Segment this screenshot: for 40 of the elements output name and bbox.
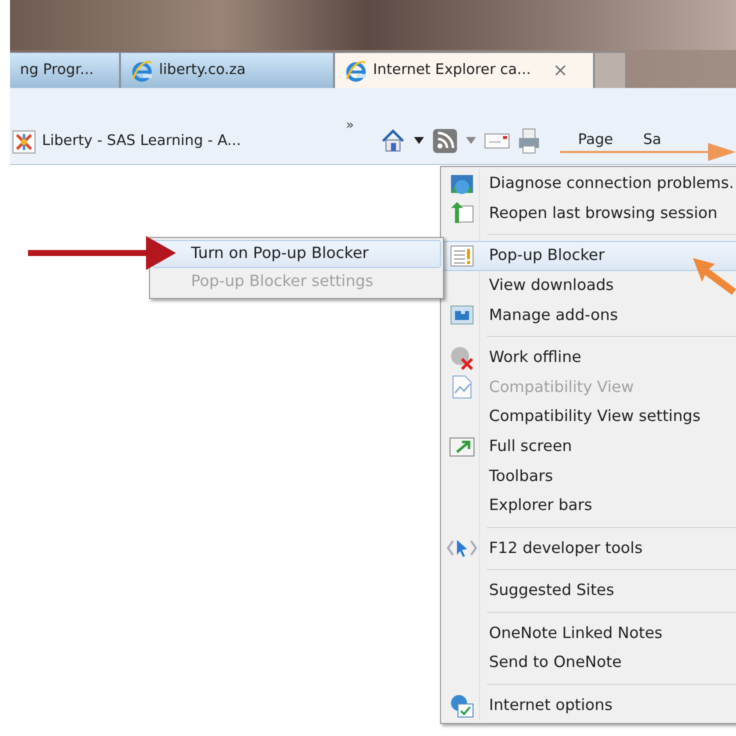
menu-item[interactable]: Pop-up Blocker — [443, 241, 736, 271]
menu-item[interactable]: Reopen last browsing session — [443, 198, 736, 228]
menu-item[interactable]: Turn on Pop-up Blocker — [152, 240, 441, 268]
command-button[interactable]: Sa — [643, 130, 662, 152]
menu-item[interactable]: Explorer bars — [443, 490, 736, 521]
menu-item[interactable]: OneNote Linked Notes — [443, 618, 736, 648]
printer-icon[interactable] — [518, 128, 540, 154]
menu-item[interactable]: Toolbars — [443, 461, 736, 491]
browser-tab[interactable]: ng Progr... — [10, 52, 120, 88]
popup-window-icon — [450, 244, 474, 267]
command-button[interactable]: Page — [578, 130, 614, 152]
chevron[interactable]: » — [346, 116, 354, 136]
offline-icon — [449, 344, 475, 371]
pointer-arrow — [693, 258, 736, 298]
menu-item[interactable]: Work offline — [443, 342, 736, 373]
feed-icon[interactable] — [432, 128, 458, 154]
puzzle-piece-icon — [450, 305, 474, 326]
browser-tab[interactable]: liberty.co.za — [120, 52, 334, 88]
globe-icon — [450, 172, 474, 195]
close-tab-button[interactable]: × — [552, 57, 568, 84]
options-icon — [449, 692, 475, 719]
menu-item[interactable]: Send to OneNote — [443, 648, 736, 678]
favorites-link[interactable]: Liberty - SAS Learning - A... — [12, 130, 242, 154]
dropdown-caret-icon[interactable] — [414, 137, 424, 145]
site-icon — [12, 130, 36, 154]
browser-tab[interactable]: Internet Explorer ca... × — [334, 52, 594, 88]
menu-item[interactable]: Internet options — [443, 690, 736, 720]
broken-page-icon — [452, 375, 472, 400]
menu-item[interactable]: Manage add-ons — [443, 300, 736, 330]
fullscreen-icon — [449, 436, 475, 457]
menu-item[interactable]: View downloads — [443, 270, 736, 300]
menu-item[interactable]: F12 developer tools — [443, 534, 736, 564]
home-icon[interactable] — [380, 128, 406, 154]
menu-item[interactable]: Full screen — [443, 432, 736, 462]
reopen-page-icon — [450, 201, 474, 226]
menu-item[interactable]: Suggested Sites — [443, 576, 736, 606]
menu-item[interactable]: Diagnose connection problems. — [443, 169, 736, 199]
cursor-icon — [447, 538, 477, 558]
menu-item[interactable]: Compatibility View settings — [443, 402, 736, 432]
mail-icon[interactable] — [484, 131, 510, 151]
